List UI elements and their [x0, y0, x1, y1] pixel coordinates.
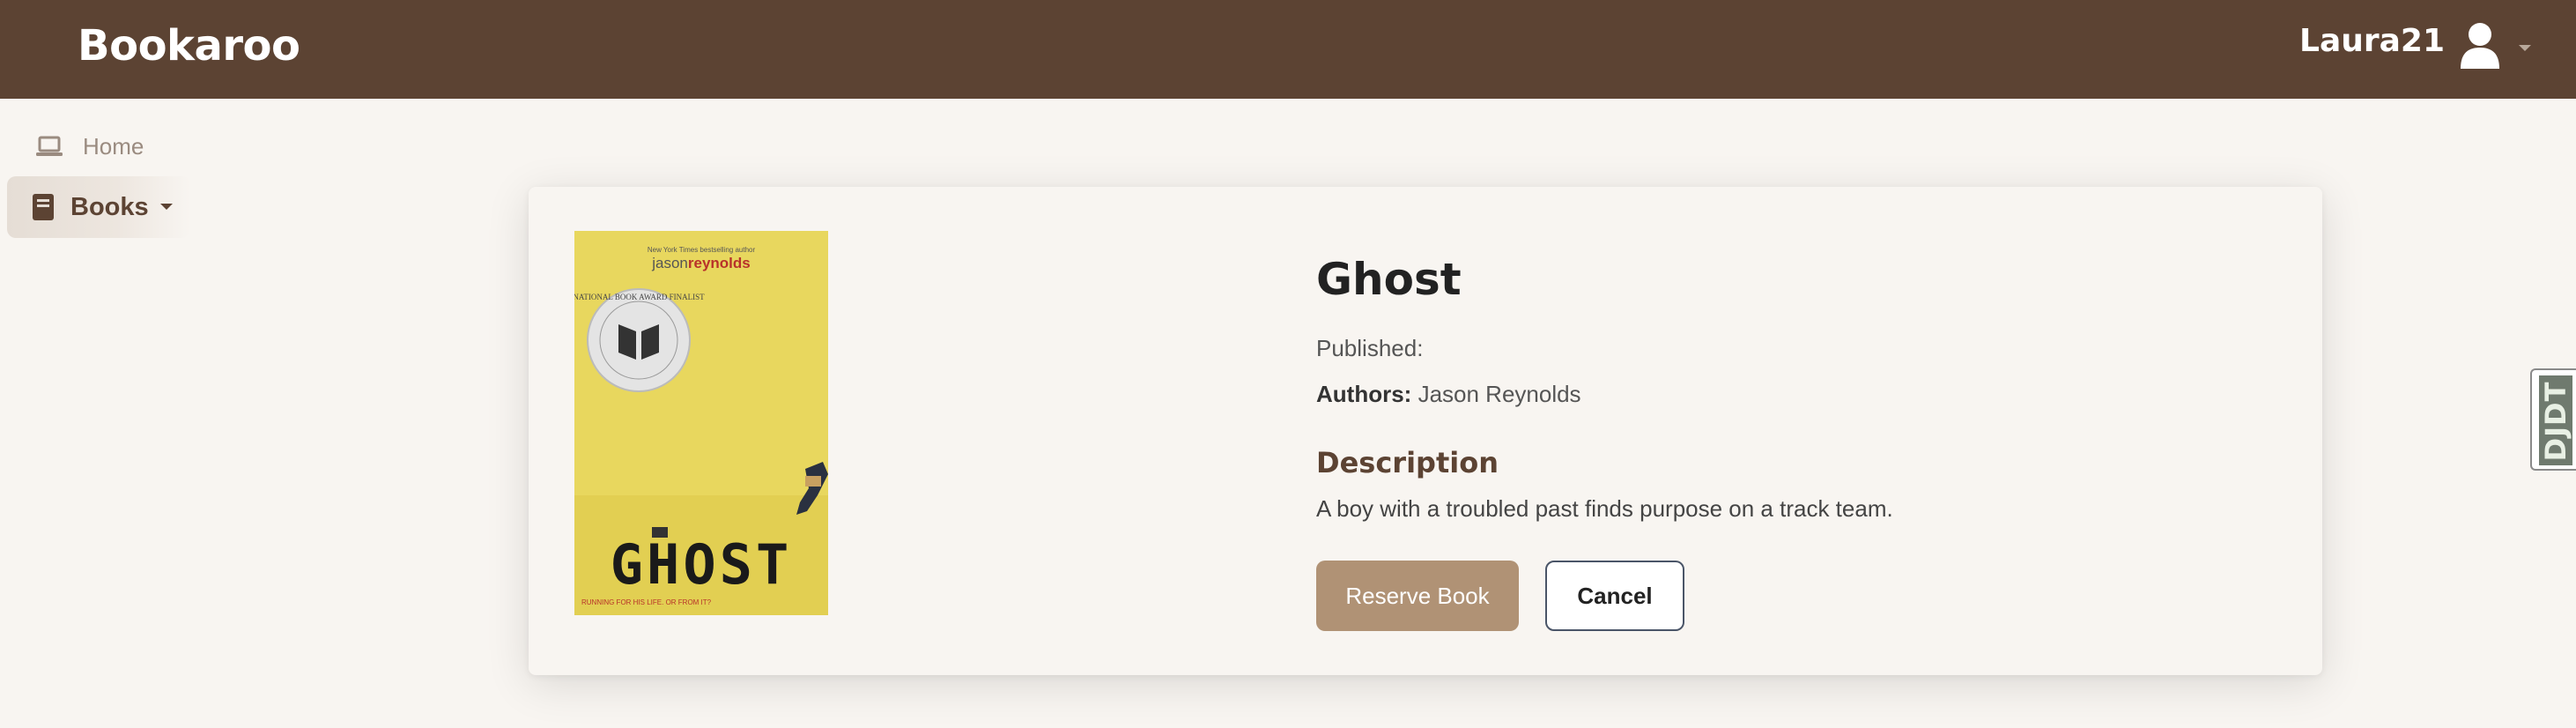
- cancel-button[interactable]: Cancel: [1545, 561, 1684, 631]
- published-label: Published:: [1316, 335, 1424, 361]
- cover-tagline: New York Times bestselling author: [648, 246, 756, 254]
- sidebar-item-home[interactable]: Home: [35, 127, 194, 166]
- book-title: Ghost: [1316, 254, 1462, 305]
- brand-logo[interactable]: Bookaroo: [78, 21, 300, 71]
- book-description: A boy with a troubled past finds purpose…: [1316, 495, 1893, 522]
- sidebar-item-label: Home: [83, 132, 144, 160]
- cover-subtitle: RUNNING FOR HIS LIFE. OR FROM IT?: [581, 598, 712, 606]
- authors-label: Authors:: [1316, 381, 1412, 407]
- debug-toolbar-handle[interactable]: DJDT: [2530, 368, 2576, 471]
- sidebar-item-label: Books: [70, 192, 149, 221]
- cover-title: GHOST: [611, 532, 793, 597]
- description-heading: Description: [1316, 446, 1499, 479]
- caret-down-icon: [159, 204, 173, 210]
- debug-toolbar-label: DJDT: [2539, 381, 2572, 462]
- caret-down-icon[interactable]: [2518, 44, 2532, 53]
- user-icon[interactable]: [2458, 21, 2502, 71]
- book-detail-card: New York Times bestselling author jasonr…: [529, 187, 2322, 675]
- published-field: Published:: [1316, 335, 1423, 362]
- username[interactable]: Laura21: [2299, 23, 2445, 59]
- book-cover-image: New York Times bestselling author jasonr…: [574, 231, 828, 615]
- svg-text:NATIONAL BOOK AWARD FINALIST: NATIONAL BOOK AWARD FINALIST: [574, 293, 705, 301]
- reserve-book-button[interactable]: Reserve Book: [1316, 561, 1519, 631]
- book-icon: [33, 194, 54, 220]
- sidebar-item-books[interactable]: Books: [7, 176, 190, 238]
- cover-author: jasonreynolds: [651, 255, 751, 271]
- laptop-icon: [36, 136, 63, 156]
- top-navbar: Bookaroo Laura21: [0, 0, 2576, 99]
- authors-value: Jason Reynolds: [1418, 381, 1581, 407]
- authors-field: Authors: Jason Reynolds: [1316, 381, 1581, 408]
